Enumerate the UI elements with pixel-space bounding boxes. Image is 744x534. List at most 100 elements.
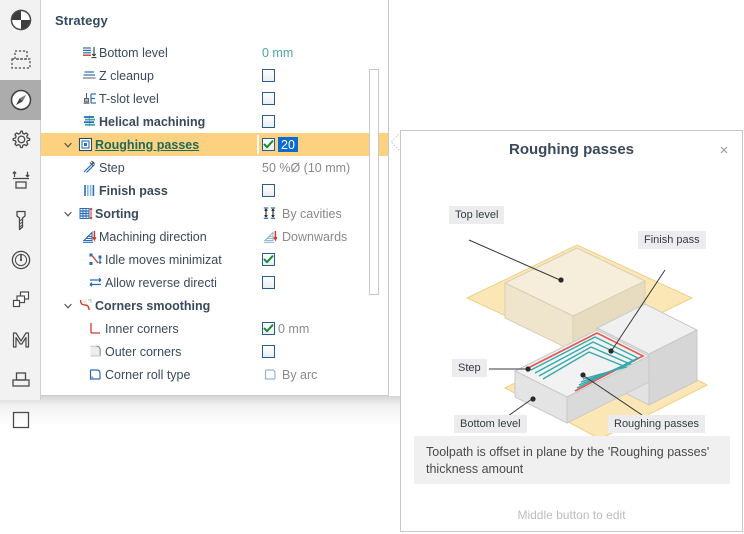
property-value-cell[interactable]: Downwards [262,225,422,248]
property-row-allow-reverse-direction[interactable]: Allow reverse directi [41,271,388,294]
tool-parameters[interactable] [0,120,41,160]
property-name-cell: Step [81,156,221,179]
helical-machining-icon [81,113,98,130]
property-checkbox[interactable] [262,92,275,105]
property-name-cell: Machining direction [81,225,221,248]
property-label: Bottom level [99,45,168,60]
property-panel-scrollbar[interactable] [369,69,379,295]
property-value-cell[interactable] [262,271,422,294]
property-row-z-cleanup[interactable]: Z cleanup [41,64,388,87]
idle-moves-icon [87,251,104,268]
left-toolbar [0,0,41,429]
property-value-cell [262,294,422,317]
z-cleanup-icon [81,67,98,84]
property-row-inner-corners[interactable]: Inner corners 0 mm [41,317,388,340]
property-name-cell: Corner roll type [87,363,224,386]
tool-m-functions[interactable] [0,320,41,360]
tool-feeds-speeds[interactable] [0,240,41,280]
help-panel: Roughing passes × Top level Finish pass … [400,130,743,532]
tool-fixture[interactable] [0,360,41,400]
tool-links[interactable] [0,280,41,320]
corners-smoothing-icon [77,297,94,314]
figure-label-top-level: Top level [449,206,505,224]
selection-divider [257,135,259,154]
property-rows: Bottom level 0 mm Z cleanup T-slot level… [41,41,388,386]
property-row-corners-smoothing[interactable]: Corners smoothing [41,294,388,317]
property-name-cell: Finish pass [81,179,221,202]
letter-m-icon [9,328,33,352]
layers-icon [9,288,33,312]
reverse-direction-icon [87,274,104,291]
property-row-outer-corners[interactable]: Outer corners [41,340,388,363]
property-label: Step [99,160,125,175]
bottom-level-icon [81,44,98,61]
sorting-icon [77,205,94,222]
property-value-cell[interactable]: By arc [262,363,422,386]
chevron-down-icon[interactable] [61,133,75,156]
tool-strategy[interactable] [0,80,41,120]
property-value-cell[interactable] [262,179,422,202]
property-checkbox[interactable] [262,184,275,197]
property-label: Outer corners [105,344,182,359]
tool-stock[interactable] [0,40,41,80]
tool-misc[interactable] [0,400,41,440]
property-checkbox[interactable] [262,322,275,335]
property-row-idle-moves-minimization[interactable]: Idle moves minimizat [41,248,388,271]
property-value-cell[interactable] [262,64,422,87]
close-icon[interactable]: × [715,141,733,159]
property-value-cell[interactable]: 0 mm [262,317,422,340]
property-name-cell: Helical machining [81,110,221,133]
property-row-step[interactable]: Step 50 %Ø (10 mm) [41,156,388,179]
chevron-down-icon[interactable] [61,202,75,225]
property-name-cell: Sorting [77,202,217,225]
property-value-cell[interactable] [262,248,422,271]
property-label: Sorting [95,206,139,221]
property-value-cell[interactable] [262,340,422,363]
tool-view-mode[interactable] [0,0,41,40]
t-slot-level-icon [81,90,98,107]
help-panel-title: Roughing passes [508,141,635,158]
roughing-passes-edit-field[interactable]: 20 [278,137,298,152]
property-checkbox[interactable] [262,115,275,128]
property-checkbox[interactable] [262,253,275,266]
property-row-sorting[interactable]: Sorting By cavities [41,202,388,225]
roughing-passes-icon [77,136,94,153]
property-row-t-slot-level[interactable]: T-slot level [41,87,388,110]
chevron-down-icon[interactable] [61,294,75,317]
property-row-roughing-passes[interactable]: Roughing passes 20 [41,133,388,156]
property-value-cell[interactable] [262,87,422,110]
property-name-cell: Roughing passes [77,133,217,156]
property-label: Allow reverse directi [105,275,217,290]
app-root: Strategy Bottom level 0 mm Z cleanup T-s… [0,0,744,534]
property-value-cell[interactable]: By cavities [262,202,422,225]
strategy-property-panel: Strategy Bottom level 0 mm Z cleanup T-s… [41,0,389,396]
property-value-cell[interactable]: 0 mm [262,41,422,64]
pie-quadrant-icon [9,8,33,32]
property-checkbox[interactable] [262,138,275,151]
property-row-helical-machining[interactable]: Helical machining [41,110,388,133]
property-checkbox[interactable] [262,69,275,82]
property-checkbox[interactable] [262,276,275,289]
by-arc-icon [262,366,279,383]
outer-corners-icon [87,343,104,360]
property-checkbox[interactable] [262,345,275,358]
tool-levels[interactable] [0,160,41,200]
square-icon [9,408,33,432]
dashed-stock-icon [9,48,33,72]
figure-label-step: Step [452,359,487,377]
tool-tool[interactable] [0,200,41,240]
property-row-bottom-level[interactable]: Bottom level 0 mm [41,41,388,64]
property-label: T-slot level [99,91,159,106]
corner-roll-type-icon [87,366,104,383]
machining-direction-icon [81,228,98,245]
property-row-corner-roll-type[interactable]: Corner roll type By arc [41,363,388,386]
help-note-text: Toolpath is offset in plane by the 'Roug… [414,436,730,484]
property-row-machining-direction[interactable]: Machining direction Downwards [41,225,388,248]
property-row-finish-pass[interactable]: Finish pass [41,179,388,202]
levels-icon [9,168,33,192]
property-value: 50 %Ø (10 mm) [262,160,351,175]
property-name-cell: T-slot level [81,87,221,110]
property-label: Finish pass [99,183,168,198]
property-value: Downwards [282,229,348,244]
property-value: 0 mm [278,321,310,336]
